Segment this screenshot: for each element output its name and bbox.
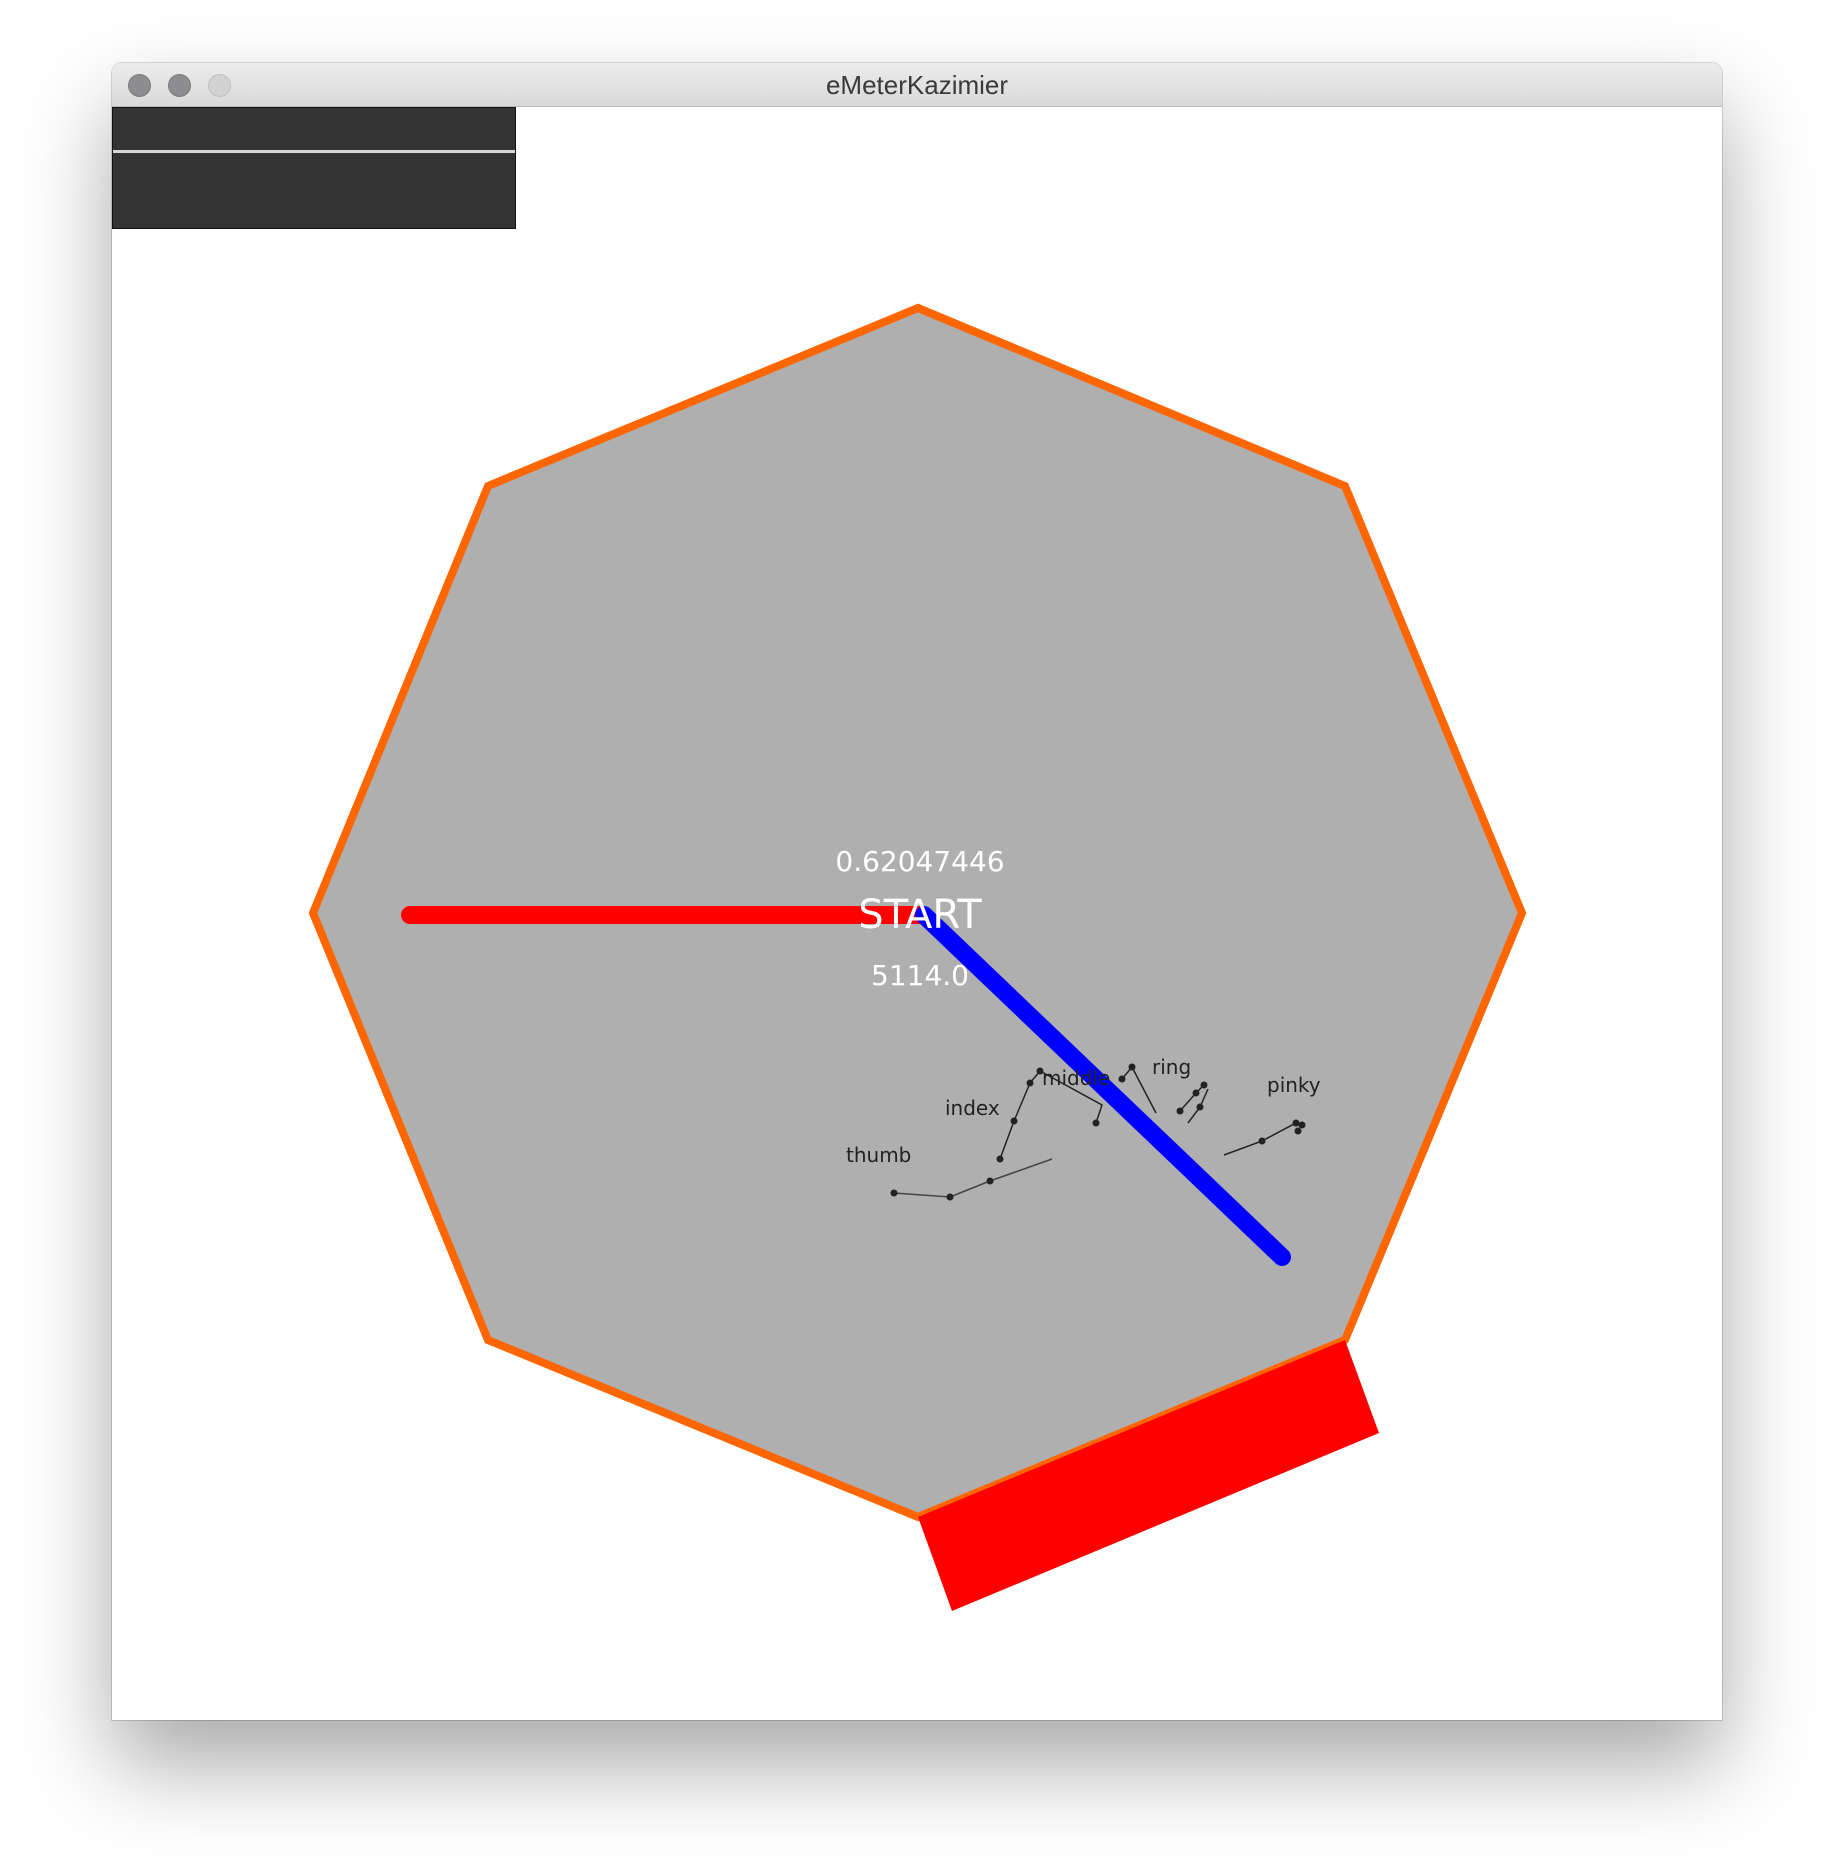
finger-label-pinky: pinky: [1267, 1073, 1321, 1097]
finger-label-ring: ring: [1152, 1055, 1191, 1079]
meter-canvas: 0.62047446 START 5114.0 thumb index midd…: [308, 303, 1527, 1611]
app-window: eMeterKazimier 0.62047446 START 5114.0 t…: [112, 63, 1722, 1720]
meter-value-bottom: 5114.0: [871, 959, 969, 992]
titlebar: eMeterKazimier: [112, 63, 1722, 107]
desktop: eMeterKazimier 0.62047446 START 5114.0 t…: [0, 0, 1824, 1868]
meter-label-center: START: [858, 892, 982, 938]
finger-label-middle: middle: [1042, 1066, 1110, 1090]
canvas-area: 0.62047446 START 5114.0 thumb index midd…: [112, 107, 1722, 1720]
finger-label-thumb: thumb: [846, 1143, 911, 1167]
meter-value-top: 0.62047446: [835, 845, 1004, 878]
finger-label-middle-clip: middle: [1042, 1066, 1110, 1090]
finger-label-index: index: [945, 1096, 1000, 1120]
window-title: eMeterKazimier: [825, 70, 1009, 100]
